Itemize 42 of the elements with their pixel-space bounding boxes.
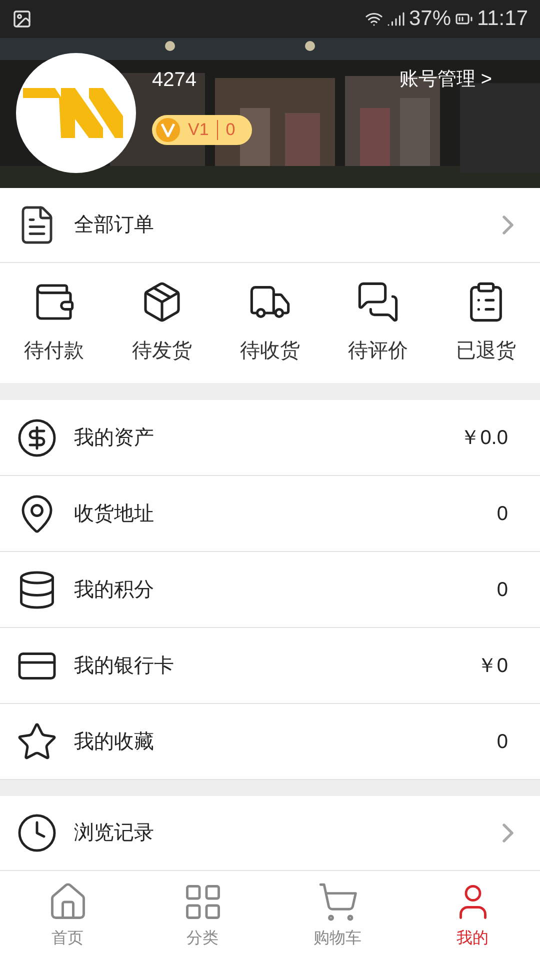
image-icon [12, 9, 32, 29]
order-status-button[interactable]: 待收货 [216, 263, 324, 383]
menu-row[interactable]: 我的收藏 0 [0, 704, 540, 780]
all-orders-row[interactable]: 全部订单 [0, 188, 540, 263]
row-label: 我的收藏 [74, 730, 155, 754]
signal-icon [386, 10, 405, 28]
clock: 11:17 [477, 6, 528, 32]
tab[interactable]: 首页 [0, 871, 135, 960]
points-text: 0 [226, 119, 236, 142]
menu-row[interactable]: 收货地址 0 [0, 476, 540, 552]
row-value: ￥0.0 [460, 426, 508, 450]
row-label: 我的积分 [74, 578, 155, 602]
tab[interactable]: 购物车 [270, 871, 405, 960]
row-value: 0 [496, 502, 508, 526]
order-status-button[interactable]: 已退货 [432, 263, 540, 383]
account-management-link[interactable]: 账号管理 > [400, 66, 492, 94]
v-icon [156, 118, 180, 142]
row-value: ￥0 [476, 654, 508, 678]
row-label: 全部订单 [74, 213, 155, 238]
menu-row[interactable]: 我的资产 ￥0.0 [0, 400, 540, 476]
row-label: 我的银行卡 [74, 654, 175, 678]
menu-row[interactable]: 我的银行卡 ￥0 [0, 628, 540, 704]
tab[interactable]: 分类 [135, 871, 270, 960]
row-value: 0 [496, 730, 508, 754]
chat-bubbles-icon [356, 280, 400, 324]
row-label: 浏览记录 [74, 821, 155, 846]
order-status-button[interactable]: 待评价 [324, 263, 432, 383]
battery-percent: 37% [408, 6, 451, 32]
menu-row[interactable]: 我的积分 0 [0, 552, 540, 628]
dollar-coin-icon [16, 416, 58, 458]
tab[interactable]: 我的 [405, 871, 540, 960]
row-label: 我的资产 [74, 426, 155, 450]
history-row[interactable]: 浏览记录 [0, 796, 540, 871]
order-status-button[interactable]: 待发货 [108, 263, 216, 383]
level-text: V1 [188, 119, 209, 142]
cart-icon [316, 880, 358, 922]
username: 4274 [152, 68, 196, 93]
row-value: 0 [496, 578, 508, 602]
clock-icon [16, 812, 58, 854]
order-status-button[interactable]: 待付款 [0, 263, 108, 383]
wifi-icon [364, 10, 383, 28]
row-label: 收货地址 [74, 502, 155, 526]
